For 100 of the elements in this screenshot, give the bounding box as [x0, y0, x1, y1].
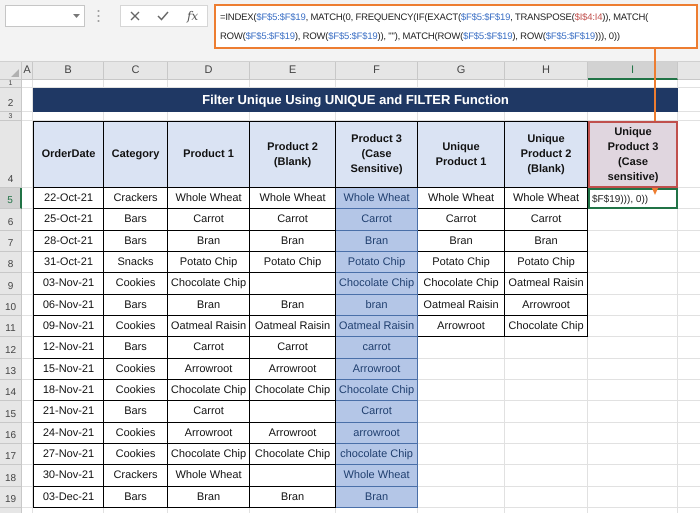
table-cell: carrot	[336, 337, 418, 359]
table-cell: Carrot	[168, 401, 250, 423]
table-cell: Bran	[168, 230, 250, 252]
row-header[interactable]: 12	[0, 337, 22, 359]
table-cell: Cookies	[104, 358, 168, 380]
table-cell: Arrowroot	[505, 294, 588, 316]
formula-field[interactable]: =INDEX($F$5:$F$19, MATCH(0, FREQUENCY(IF(EXACT($F$5:$F$19, TRANSPOSE($I$4:I4)), MATCH( ROW($F$5:$F$19), ROW($F$5:$F$19)), ""), MATCH(ROW($F$5:$F$19), ROW($F$5:$F$19))), 0))	[214, 4, 698, 49]
row-header[interactable]: 14	[0, 380, 22, 402]
select-all-button[interactable]	[0, 62, 22, 80]
table-cell: Whole Wheat	[168, 188, 250, 210]
column-heading: Category	[104, 121, 168, 188]
table-cell: Arrowroot	[250, 358, 336, 380]
table-cell: Potato Chip	[168, 252, 250, 274]
table-cell: 31-Oct-21	[33, 252, 104, 274]
table-cell: Carrot	[336, 209, 418, 231]
table-cell: Bran	[168, 486, 250, 508]
row-header[interactable]: 8	[0, 252, 22, 274]
row-header[interactable]: 15	[0, 401, 22, 423]
table-cell: Cookies	[104, 316, 168, 338]
table-cell: Cookies	[104, 444, 168, 466]
row-header[interactable]: 9	[0, 273, 22, 295]
table-cell: Bars	[104, 337, 168, 359]
row-header[interactable]: 7	[0, 230, 22, 252]
row-header[interactable]: 5	[0, 188, 22, 210]
table-cell: Crackers	[104, 465, 168, 487]
table-cell: Bran	[336, 486, 418, 508]
table-cell: Carrot	[250, 337, 336, 359]
row-header[interactable]: 17	[0, 444, 22, 466]
table-cell: Whole Wheat	[505, 188, 588, 210]
table-cell: Arrowroot	[418, 316, 505, 338]
table-cell: Bran	[250, 486, 336, 508]
table-cell: Whole Wheat	[336, 465, 418, 487]
row-header[interactable]: 6	[0, 209, 22, 231]
row-header[interactable]: 4	[0, 121, 22, 188]
table-cell: Bars	[104, 486, 168, 508]
row-header[interactable]: 16	[0, 422, 22, 444]
column-header[interactable]: F	[336, 62, 418, 80]
table-cell: Potato Chip	[418, 252, 505, 274]
table-cell: Arrowroot	[250, 422, 336, 444]
cancel-icon[interactable]	[130, 11, 140, 21]
table-cell: Carrot	[250, 209, 336, 231]
column-heading: Product 1	[168, 121, 250, 188]
table-cell: 24-Nov-21	[33, 422, 104, 444]
table-cell: 06-Nov-21	[33, 294, 104, 316]
column-header[interactable]: H	[505, 62, 588, 80]
row-header[interactable]: 11	[0, 316, 22, 338]
table-cell: Chocolate Chip	[168, 380, 250, 402]
table-cell: Cookies	[104, 380, 168, 402]
table-cell: 25-Oct-21	[33, 209, 104, 231]
table-cell: Bran	[250, 294, 336, 316]
insert-function-button[interactable]: fx	[186, 7, 198, 25]
table-cell: arrowroot	[336, 422, 418, 444]
table-cell: chocolate Chip	[336, 444, 418, 466]
table-cell: Carrot	[505, 209, 588, 231]
table-cell: Carrot	[168, 337, 250, 359]
table-cell: Whole Wheat	[168, 465, 250, 487]
row-header[interactable]: 18	[0, 465, 22, 487]
table-cell: Arrowroot	[168, 358, 250, 380]
table-cell: 12-Nov-21	[33, 337, 104, 359]
table-cell: Chocolate Chip	[250, 444, 336, 466]
row-header[interactable]: 2	[0, 88, 22, 112]
column-header[interactable]: G	[418, 62, 505, 80]
select-all-icon[interactable]	[11, 69, 19, 77]
table-cell: 03-Dec-21	[33, 486, 104, 508]
row-header[interactable]: 19	[0, 486, 22, 508]
column-header[interactable]: I	[588, 62, 678, 80]
table-cell: Bars	[104, 294, 168, 316]
table-cell: Bran	[168, 294, 250, 316]
column-header[interactable]: D	[168, 62, 250, 80]
dropdown-caret-icon[interactable]	[73, 14, 80, 18]
table-cell: Arrowroot	[168, 422, 250, 444]
column-heading: Unique Product 1	[418, 121, 505, 188]
column-header[interactable]: E	[250, 62, 336, 80]
active-cell[interactable]: $F$19))), 0))	[588, 188, 678, 210]
column-header[interactable]: A	[22, 62, 33, 80]
grip-dots-icon	[97, 9, 100, 23]
table-cell: 09-Nov-21	[33, 316, 104, 338]
table-cell: 30-Nov-21	[33, 465, 104, 487]
column-header[interactable]: C	[104, 62, 168, 80]
table-cell: Whole Wheat	[336, 188, 418, 210]
row-header[interactable]: 10	[0, 294, 22, 316]
table-cell: Potato Chip	[250, 252, 336, 274]
column-header[interactable]: B	[33, 62, 104, 80]
column-heading: Product 2 (Blank)	[250, 121, 336, 188]
column-heading: Unique Product 3 (Case sensitive)	[588, 121, 678, 188]
table-cell: 27-Nov-21	[33, 444, 104, 466]
table-cell: Chocolate Chip	[168, 273, 250, 295]
row-header[interactable]: 13	[0, 358, 22, 380]
table-cell: Oatmeal Raisin	[336, 316, 418, 338]
table-cell: Chocolate Chip	[505, 316, 588, 338]
table-cell: 28-Oct-21	[33, 230, 104, 252]
table-cell: Chocolate Chip	[168, 444, 250, 466]
table-cell: Oatmeal Raisin	[505, 273, 588, 295]
table-cell: Whole Wheat	[418, 188, 505, 210]
column-heading: OrderDate	[33, 121, 104, 188]
table-cell: Potato Chip	[336, 252, 418, 274]
table-cell: 15-Nov-21	[33, 358, 104, 380]
check-icon[interactable]	[157, 11, 170, 21]
table-cell: bran	[336, 294, 418, 316]
table-cell: 22-Oct-21	[33, 188, 104, 210]
